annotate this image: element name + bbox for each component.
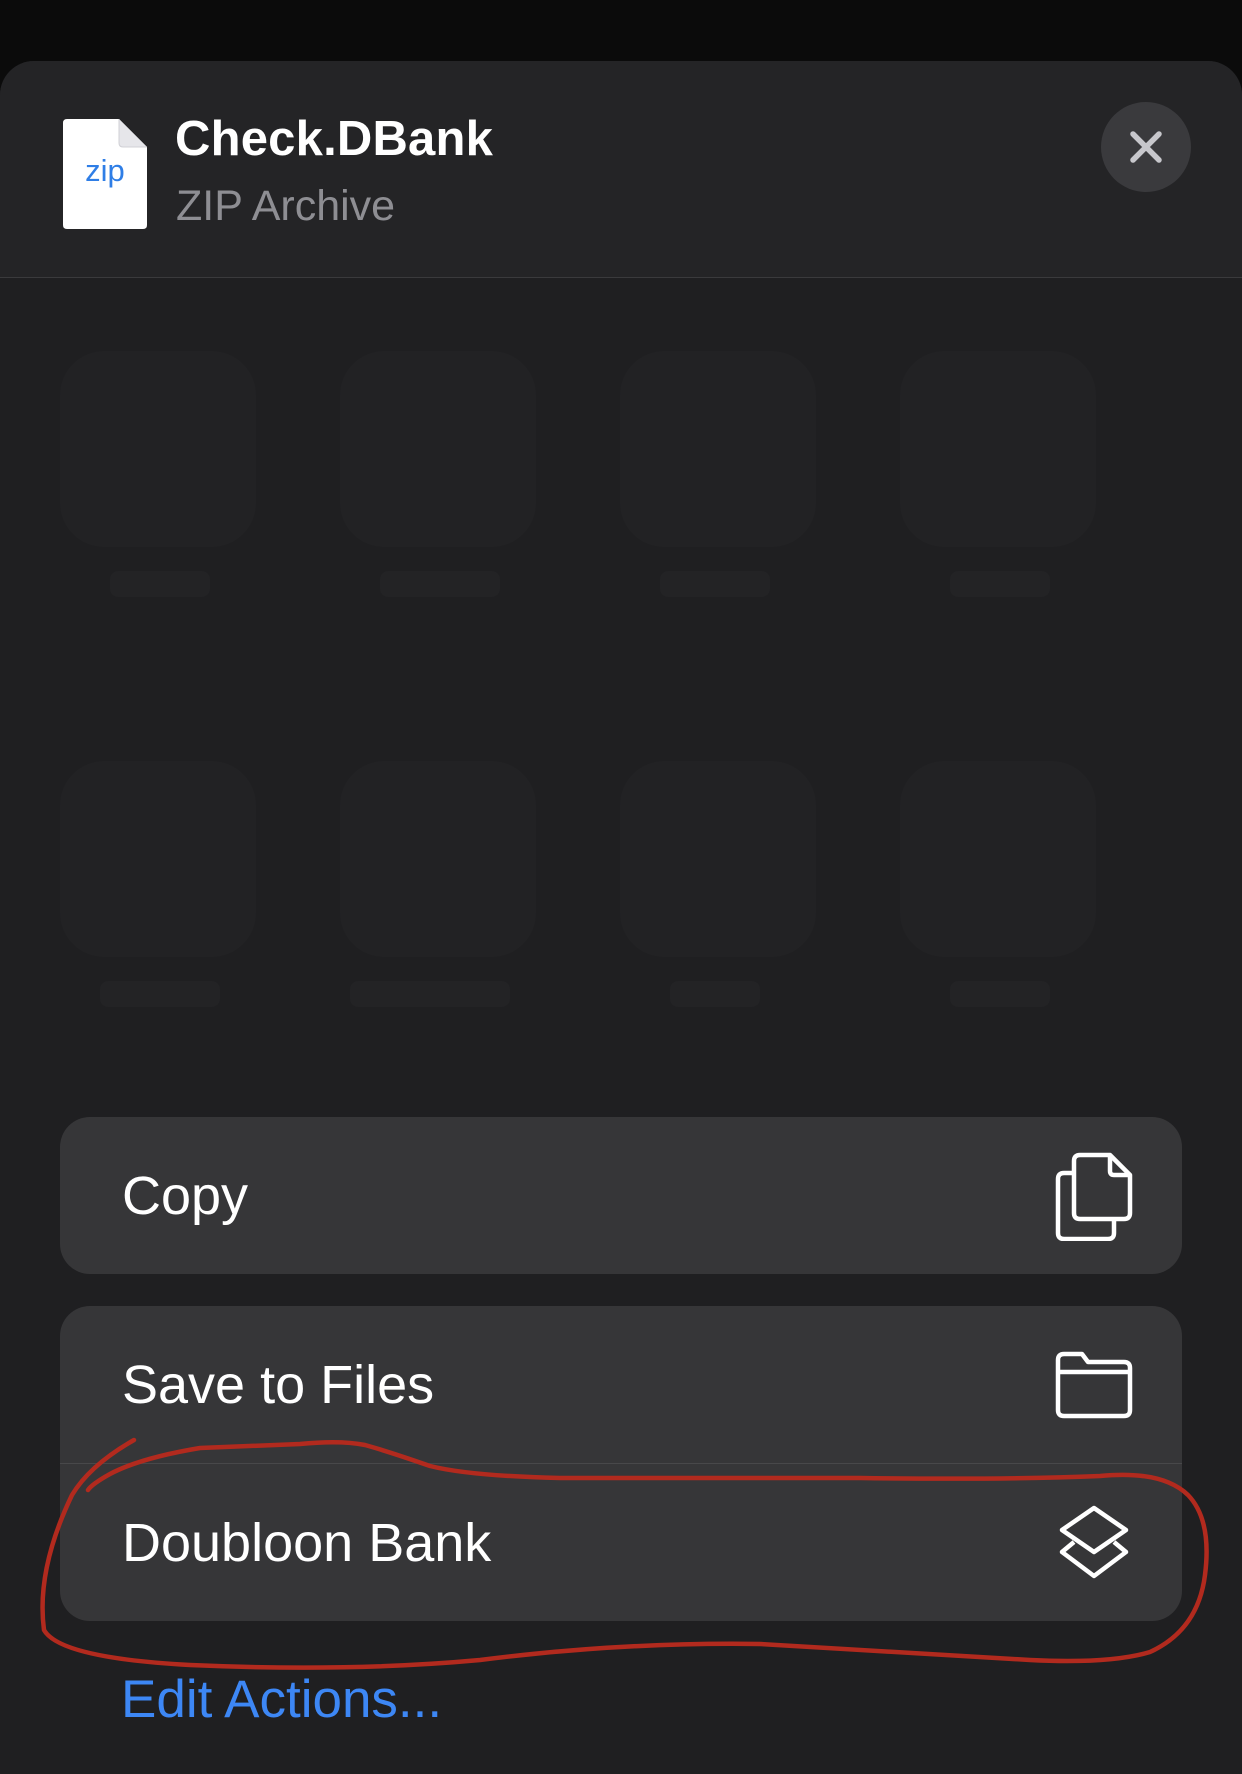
- blurred-app-tile: [60, 351, 256, 547]
- folder-icon: [1054, 1340, 1134, 1430]
- action-save-to-files[interactable]: Save to Files: [60, 1306, 1182, 1463]
- screen: zip Check.DBank ZIP Archive Copy Save to…: [0, 0, 1242, 1774]
- file-name: Check.DBank: [175, 112, 494, 166]
- action-copy[interactable]: Copy: [60, 1117, 1182, 1274]
- blurred-app-tile: [900, 351, 1096, 547]
- blurred-app-tile: [620, 761, 816, 957]
- close-icon: [1130, 131, 1162, 163]
- action-label: Save to Files: [122, 1354, 435, 1415]
- blurred-app-label: [380, 571, 500, 597]
- copy-icon: [1054, 1151, 1134, 1241]
- blurred-app-label: [660, 571, 770, 597]
- share-sheet: zip Check.DBank ZIP Archive Copy Save to…: [0, 61, 1242, 1774]
- edit-actions-link[interactable]: Edit Actions...: [121, 1669, 442, 1730]
- header-divider: [0, 277, 1242, 278]
- blurred-app-label: [950, 571, 1050, 597]
- action-doubloon-bank[interactable]: Doubloon Bank: [60, 1463, 1182, 1621]
- blurred-app-tile: [60, 761, 256, 957]
- blurred-app-tile: [340, 351, 536, 547]
- file-type: ZIP Archive: [176, 182, 396, 230]
- shortcuts-icon: [1054, 1498, 1134, 1588]
- blurred-app-label: [100, 981, 220, 1007]
- blurred-app-label: [670, 981, 760, 1007]
- blurred-app-label: [350, 981, 510, 1007]
- zip-file-icon: zip: [63, 119, 147, 229]
- blurred-app-tile: [340, 761, 536, 957]
- share-sheet-header: zip Check.DBank ZIP Archive: [0, 61, 1242, 277]
- action-group-copy: Copy: [60, 1117, 1182, 1274]
- file-type-label: zip: [85, 153, 125, 188]
- action-group-more: Save to Files Doubloon Bank: [60, 1306, 1182, 1621]
- action-label: Copy: [122, 1165, 249, 1226]
- close-button[interactable]: [1101, 102, 1191, 192]
- blurred-app-tile: [620, 351, 816, 547]
- blurred-app-label: [110, 571, 210, 597]
- blurred-app-label: [950, 981, 1050, 1007]
- blurred-app-tile: [900, 761, 1096, 957]
- action-label: Doubloon Bank: [122, 1512, 492, 1573]
